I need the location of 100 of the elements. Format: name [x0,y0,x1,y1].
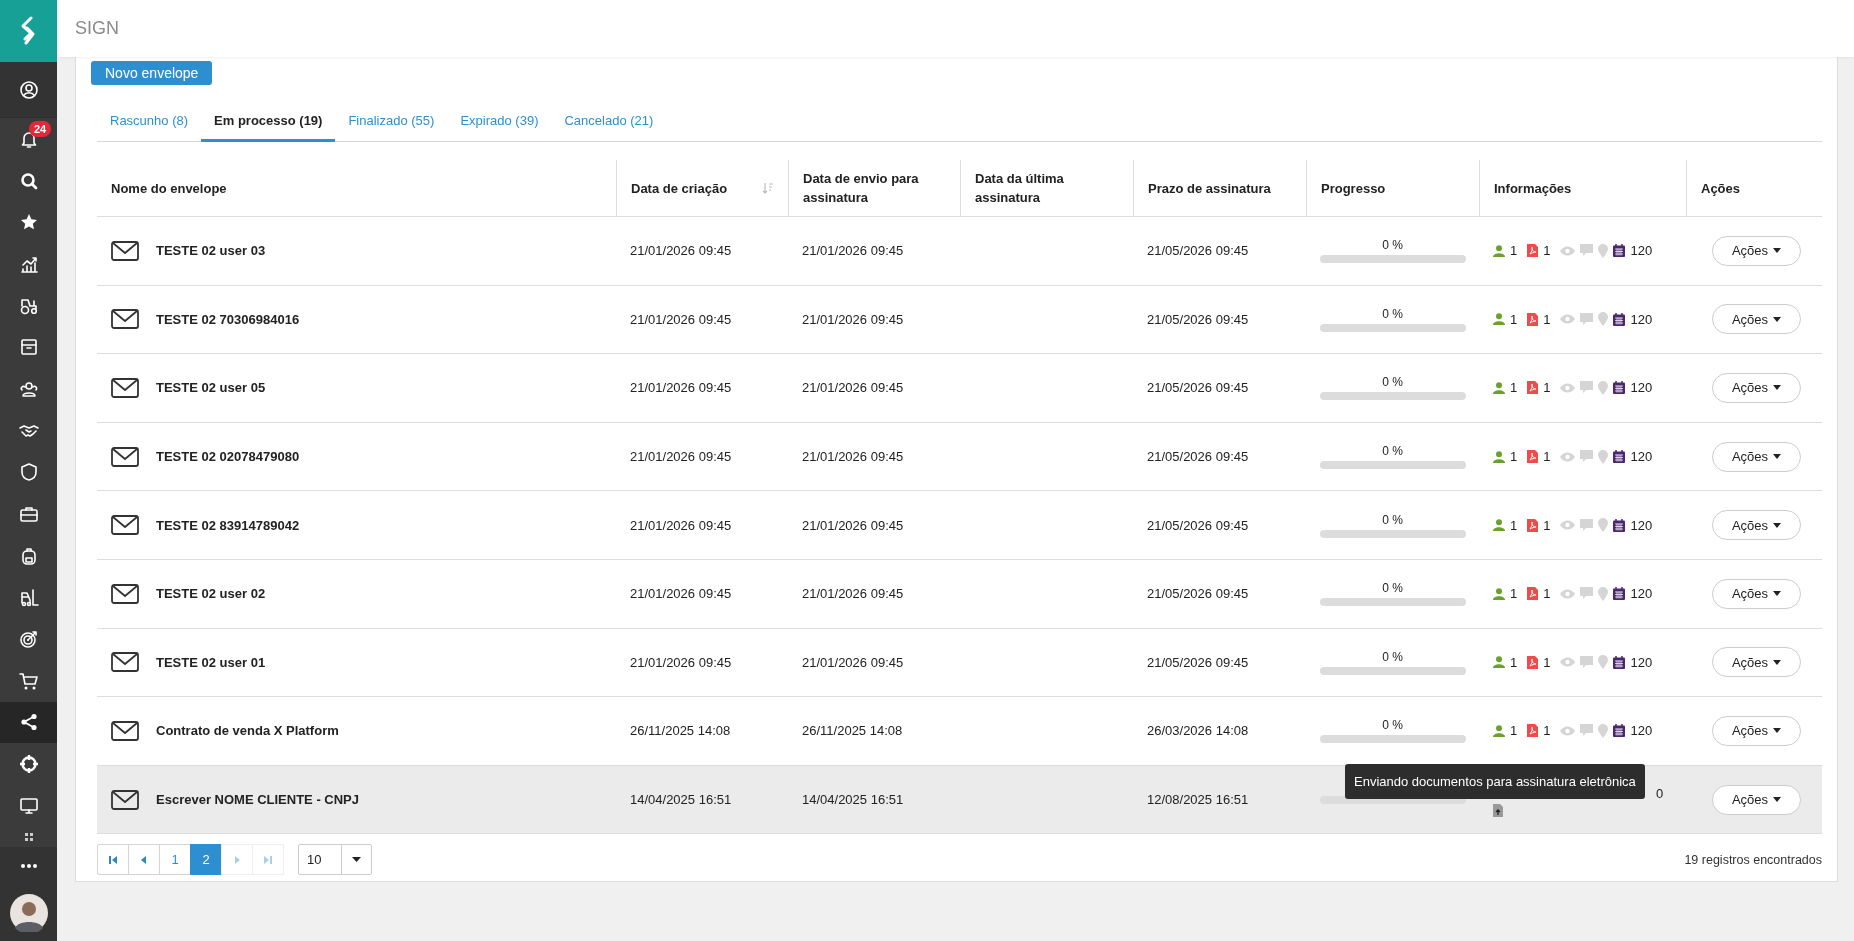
table-cell: 21/05/2026 09:45 [1147,243,1249,259]
first-page-button[interactable] [97,844,129,876]
table-row[interactable]: TESTE 02 user 02 21/01/2026 09:45 21/01/2026 09:45 21/05/2026 09:45 0 % 1 1 120 Ações [97,559,1822,629]
envelope-name: TESTE 02 user 02 [156,586,266,602]
table-cell: 21/01/2026 09:45 [630,449,732,465]
column-header: Nome do envelope [111,179,227,198]
table-cell: 21/05/2026 09:45 [1147,654,1249,670]
table-cell: 21/01/2026 09:45 [802,517,904,533]
pdf-file-icon [1527,587,1539,601]
document-count: 1 [1543,311,1551,327]
upload-file-icon [1493,802,1504,817]
monitor-icon [18,795,39,816]
days-count: 120 [1630,517,1653,533]
table-row[interactable]: TESTE 02 user 05 21/01/2026 09:45 21/01/2026 09:45 21/05/2026 09:45 0 % 1 1 120 Ações [97,354,1822,423]
table-cell: 21/05/2026 09:45 [1147,380,1249,396]
tab[interactable]: Finalizado (55) [335,101,448,142]
target-icon [18,629,39,650]
calendar-icon [1613,244,1626,258]
user-circle-icon [18,79,39,100]
actions-button[interactable]: Ações [1712,715,1801,746]
tab[interactable]: Rascunho (8) [97,101,202,142]
sidebar-item[interactable] [0,62,57,118]
more-icon [18,862,39,869]
caret-icon [1773,522,1782,528]
caret-icon [1773,454,1782,460]
table-row[interactable]: Contrato de venda X Platform 26/11/2025 14:08 26/11/2025 14:08 26/03/2026 14:08 0 % 1 1 120 Ações [97,697,1822,766]
actions-button[interactable]: Ações [1712,304,1801,335]
column-header: Prazo de assinatura [1148,179,1271,198]
envelope-name: TESTE 02 02078479080 [156,449,300,465]
document-count: 1 [1543,723,1551,739]
envelope-icon [111,583,139,604]
person-icon [1493,587,1505,600]
table-cell: 21/05/2026 09:45 [1147,586,1249,602]
person-icon [1493,519,1505,532]
table-row[interactable]: TESTE 02 83914789042 21/01/2026 09:45 21/01/2026 09:45 21/05/2026 09:45 0 % 1 1 120 Ações [97,491,1822,560]
page-button[interactable]: 2 [190,844,222,876]
calendar-icon [1613,450,1626,464]
table-cell: 21/01/2026 09:45 [630,586,732,602]
signer-count: 1 [1510,380,1518,396]
share-icon [18,712,39,733]
caret-icon [1773,728,1782,734]
avatar[interactable] [9,893,48,932]
table-cell: 21/01/2026 09:45 [630,517,732,533]
pdf-file-icon [1527,450,1539,464]
table-row[interactable]: TESTE 02 02078479080 21/01/2026 09:45 21/01/2026 09:45 21/05/2026 09:45 0 % 1 1 120 Ações [97,422,1822,492]
actions-button[interactable]: Ações [1712,373,1801,403]
table-cell: 21/01/2026 09:45 [802,311,904,327]
actions-button[interactable]: Ações [1712,578,1801,609]
table-row[interactable]: TESTE 02 user 03 21/01/2026 09:45 21/01/2026 09:45 21/05/2026 09:45 0 % 1 1 120 Ações [97,217,1822,286]
document-count: 1 [1543,586,1551,602]
signer-count: 1 [1510,243,1518,259]
envelope-name: TESTE 02 83914789042 [156,517,300,533]
signer-count: 1 [1510,654,1518,670]
envelope-icon [111,789,139,810]
last-page-icon [263,854,273,865]
table-row[interactable]: TESTE 02 70306984016 21/01/2026 09:45 21/01/2026 09:45 21/05/2026 09:45 0 % 1 1 120 Ações [97,285,1822,355]
caret-icon [1773,385,1782,391]
tab[interactable]: Expirado (39) [447,101,552,142]
table-cell: 12/08/2025 16:51 [1147,792,1249,808]
table-row[interactable]: Escrever NOME CLIENTE - CNPJ 14/04/2025 16:51 14/04/2025 16:51 12/08/2025 16:51 0 Enviando documentos para assinatura eletrônica Ações [97,765,1822,835]
table-cell: 21/01/2026 09:45 [802,586,904,602]
pdf-file-icon [1527,518,1539,532]
tooltip: Enviando documentos para assinatura eletrônica [1345,763,1645,799]
new-envelope-button[interactable]: Novo envelope [91,61,213,85]
pdf-file-icon [1527,655,1539,669]
envelope-name: Escrever NOME CLIENTE - CNPJ [156,792,359,808]
person-icon [1493,313,1505,326]
actions-button[interactable]: Ações [1712,647,1801,678]
envelope-icon [111,446,139,467]
sidebar-item[interactable]: 24 [0,118,57,160]
actions-button[interactable]: Ações [1712,784,1801,815]
signer-count: 1 [1510,586,1518,602]
forklift-icon [18,587,39,608]
page-size-select[interactable]: 10 [298,844,372,876]
actions-button[interactable]: Ações [1712,510,1801,541]
actions-button[interactable]: Ações [1712,441,1801,472]
first-page-icon [108,854,118,865]
pdf-file-icon [1527,381,1539,395]
progress-value: 0 % [1381,306,1404,321]
envelope-icon [111,720,139,741]
caret-icon [1773,797,1782,803]
progress-value: 0 % [1381,375,1404,390]
tab[interactable]: Em processo (19) [201,101,336,142]
table-cell: 21/01/2026 09:45 [802,380,904,396]
table-cell: 21/05/2026 09:45 [1147,311,1249,327]
sidebar-item[interactable] [0,701,57,744]
notification-badge: 24 [29,121,52,137]
pdf-file-icon [1527,312,1539,326]
person-icon [1493,244,1505,257]
crosshair-icon [18,754,39,775]
table-cell: 21/01/2026 09:45 [802,243,904,259]
caret-icon [352,857,361,863]
table-row[interactable]: TESTE 02 user 01 21/01/2026 09:45 21/01/2026 09:45 21/05/2026 09:45 0 % 1 1 120 Ações [97,628,1822,698]
previous-icon [141,855,147,864]
column-header: Data de envio para assinatura [803,170,920,207]
page-button[interactable]: 1 [159,844,191,876]
tab[interactable]: Cancelado (21) [551,101,667,142]
document-count: 1 [1543,243,1551,259]
table-cell: 14/04/2025 16:51 [802,792,904,808]
actions-button[interactable]: Ações [1712,235,1801,266]
